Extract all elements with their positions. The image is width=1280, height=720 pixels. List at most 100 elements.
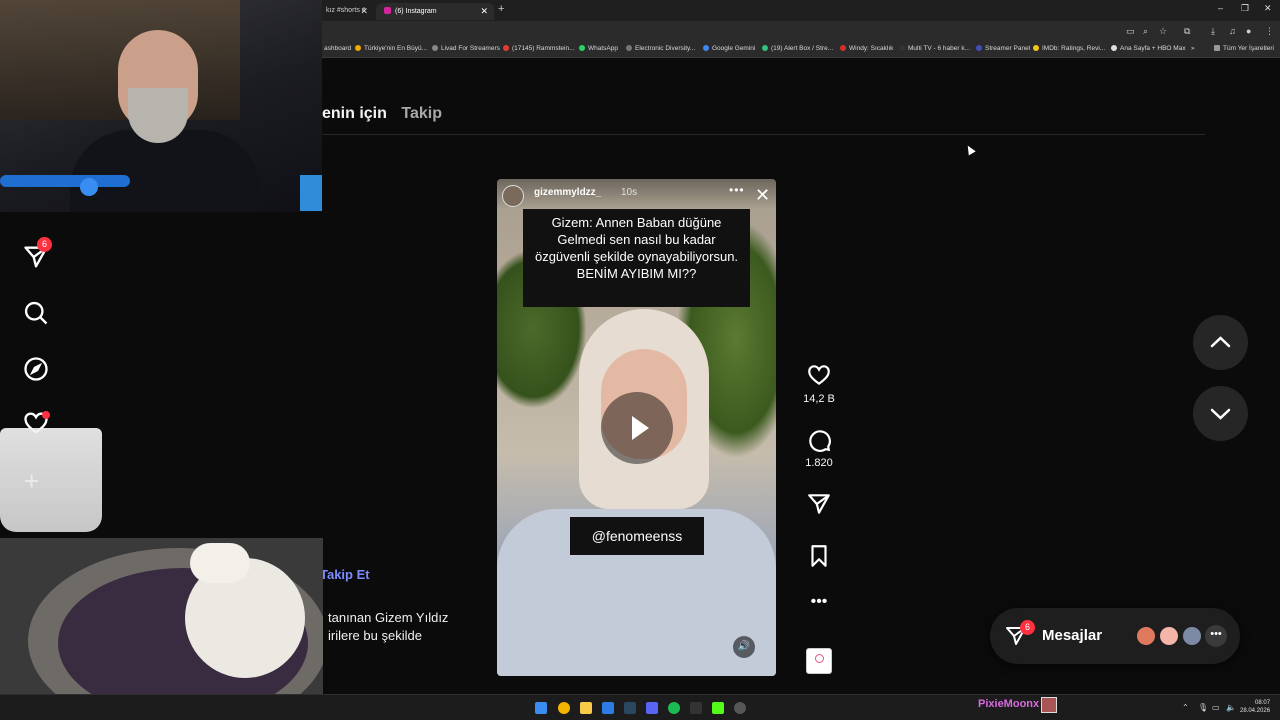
save-button[interactable] xyxy=(806,543,832,569)
like-button[interactable] xyxy=(806,362,832,388)
watermark-tag: @fenomeenss xyxy=(570,517,704,555)
close-icon[interactable]: ✕ xyxy=(755,186,770,204)
webcam-overlay xyxy=(0,0,322,212)
steam-icon[interactable] xyxy=(624,702,636,714)
app-icon[interactable] xyxy=(602,702,614,714)
comment-button[interactable] xyxy=(806,427,832,453)
story-avatar[interactable] xyxy=(502,185,524,207)
audio-thumbnail[interactable] xyxy=(806,648,832,674)
sidebar-item-search[interactable] xyxy=(22,299,50,327)
follow-link[interactable]: Takip Et xyxy=(320,567,370,582)
avatar xyxy=(1181,625,1203,647)
bookmark-item[interactable]: Ana Sayfa + HBO Max xyxy=(1111,45,1186,52)
bookmark-item[interactable]: Türkiye'nin En Büyü... xyxy=(355,45,427,52)
reel-video[interactable]: gizemmyldzz_ 10s ••• ✕ Gizem: Annen Baba… xyxy=(497,179,776,676)
new-tab-icon[interactable]: + xyxy=(498,3,504,15)
notification-badge: 6 xyxy=(37,237,52,252)
menu-kebab-icon[interactable]: ⋮ xyxy=(1265,26,1274,37)
play-icon xyxy=(632,416,649,440)
bookmark-item[interactable]: Streamer Panel xyxy=(976,45,1030,52)
epic-games-icon[interactable] xyxy=(690,702,702,714)
chevron-up-icon xyxy=(1210,336,1231,348)
post-caption: tanınan Gizem Yıldız irilere bu şekilde xyxy=(328,610,449,643)
bookmark-star-icon[interactable]: ☆ xyxy=(1159,26,1167,37)
browser-tab-instagram[interactable]: (6) Instagram ✕ xyxy=(376,3,494,20)
create-icon: + xyxy=(24,466,40,496)
play-button[interactable] xyxy=(601,392,673,464)
feed-tabs: enin için Takip xyxy=(322,105,452,123)
sidebar-item-messages[interactable]: 6 xyxy=(22,237,52,271)
tab-for-you[interactable]: enin için xyxy=(322,105,387,122)
pet-cam-overlay xyxy=(0,538,323,720)
like-count: 14,2 B xyxy=(803,393,835,405)
obs-icon[interactable] xyxy=(734,702,746,714)
system-clock[interactable]: 08:07 28.04.2026 xyxy=(1240,699,1270,715)
kick-icon[interactable] xyxy=(712,702,724,714)
more-options-icon[interactable]: ••• xyxy=(806,594,832,621)
share-button[interactable] xyxy=(806,491,832,517)
download-icon[interactable]: ⤓ xyxy=(1211,26,1215,37)
bookmark-item[interactable]: WhatsApp xyxy=(579,45,618,52)
sound-icon[interactable]: 🔊 xyxy=(733,636,755,658)
glass-overlay: + xyxy=(0,428,102,532)
divider xyxy=(322,134,1205,135)
bookmark-item[interactable]: (17145) Rammstein... xyxy=(503,45,575,52)
bookmark-item[interactable]: IMDb: Ratings, Revi... xyxy=(1033,45,1105,52)
bookmark-item[interactable]: Windy: Sıcaklık xyxy=(840,45,893,52)
browser-tab-youtube[interactable]: kız #shorts # ✕ xyxy=(318,3,374,20)
taskbar xyxy=(0,694,1280,720)
close-tab-icon[interactable]: ✕ xyxy=(480,6,488,17)
start-icon[interactable] xyxy=(535,702,547,714)
chevron-down-icon xyxy=(1210,408,1231,420)
messages-badge: 6 xyxy=(1020,620,1035,635)
spotify-icon[interactable] xyxy=(668,702,680,714)
profile-icon[interactable]: ● xyxy=(1246,26,1251,36)
extensions-icon[interactable]: ⧉ xyxy=(1184,26,1190,37)
avatar xyxy=(1135,625,1157,647)
unread-dot xyxy=(42,411,50,419)
tray-chevron-icon[interactable]: ⌃ xyxy=(1182,703,1189,712)
streamer-avatar xyxy=(1041,697,1057,713)
zoom-icon[interactable]: ⌕ xyxy=(1143,26,1148,37)
mic-icon[interactable]: 🎙 xyxy=(1198,703,1208,712)
video-caption: Gizem: Annen Baban düğüne Gelmedi sen na… xyxy=(523,209,750,307)
bookmark-item[interactable]: Livad For Streamers xyxy=(432,45,500,52)
compass-icon xyxy=(24,357,48,381)
next-reel-button[interactable] xyxy=(1193,386,1248,441)
streamer-name: PixieMoonx xyxy=(978,698,1040,710)
comment-count: 1.820 xyxy=(805,457,833,469)
chrome-icon[interactable] xyxy=(558,702,570,714)
close-window-icon[interactable]: ✕ xyxy=(1264,3,1272,14)
minimize-icon[interactable]: – xyxy=(1218,3,1223,13)
close-tab-icon[interactable]: ✕ xyxy=(360,6,368,17)
story-username[interactable]: gizemmyldzz_ xyxy=(534,187,601,198)
direct-send-icon xyxy=(808,494,830,514)
maximize-icon[interactable]: ❐ xyxy=(1241,3,1249,14)
all-bookmarks-folder[interactable]: Tüm Yer İşaretleri xyxy=(1214,45,1274,52)
tab-title: (6) Instagram xyxy=(395,8,437,15)
file-explorer-icon[interactable] xyxy=(580,702,592,714)
previous-reel-button[interactable] xyxy=(1193,315,1248,370)
more-icon: ••• xyxy=(1205,625,1227,647)
avatar xyxy=(1158,625,1180,647)
discord-icon[interactable] xyxy=(646,702,658,714)
cast-icon[interactable]: ▭ xyxy=(1126,26,1135,37)
bookmark-item[interactable]: Google Gemini xyxy=(703,45,755,52)
sidebar-item-explore[interactable] xyxy=(22,355,50,383)
volume-icon[interactable]: 🔈 xyxy=(1226,703,1236,712)
bookmark-item[interactable]: Multi TV - 6 haber k... xyxy=(899,45,970,52)
messages-label: Mesajlar xyxy=(1042,627,1103,644)
more-bookmarks-icon[interactable]: » xyxy=(1191,45,1195,52)
story-more-icon[interactable]: ••• xyxy=(729,183,745,197)
bookmark-item[interactable]: (19) Alert Box / Stre... xyxy=(762,45,833,52)
mouse-cursor-icon xyxy=(964,143,976,156)
story-time: 10s xyxy=(621,187,638,198)
media-icon[interactable]: ♫ xyxy=(1229,26,1236,36)
bookmark-icon xyxy=(811,545,827,567)
tab-following[interactable]: Takip xyxy=(401,105,442,122)
bookmark-item[interactable]: ashboard xyxy=(324,45,351,52)
bookmark-item[interactable]: Electronic Diversity... xyxy=(626,45,695,52)
network-icon[interactable]: ▭ xyxy=(1212,703,1220,712)
messages-button[interactable]: 6 Mesajlar ••• xyxy=(990,608,1240,664)
comment-icon xyxy=(809,430,831,452)
